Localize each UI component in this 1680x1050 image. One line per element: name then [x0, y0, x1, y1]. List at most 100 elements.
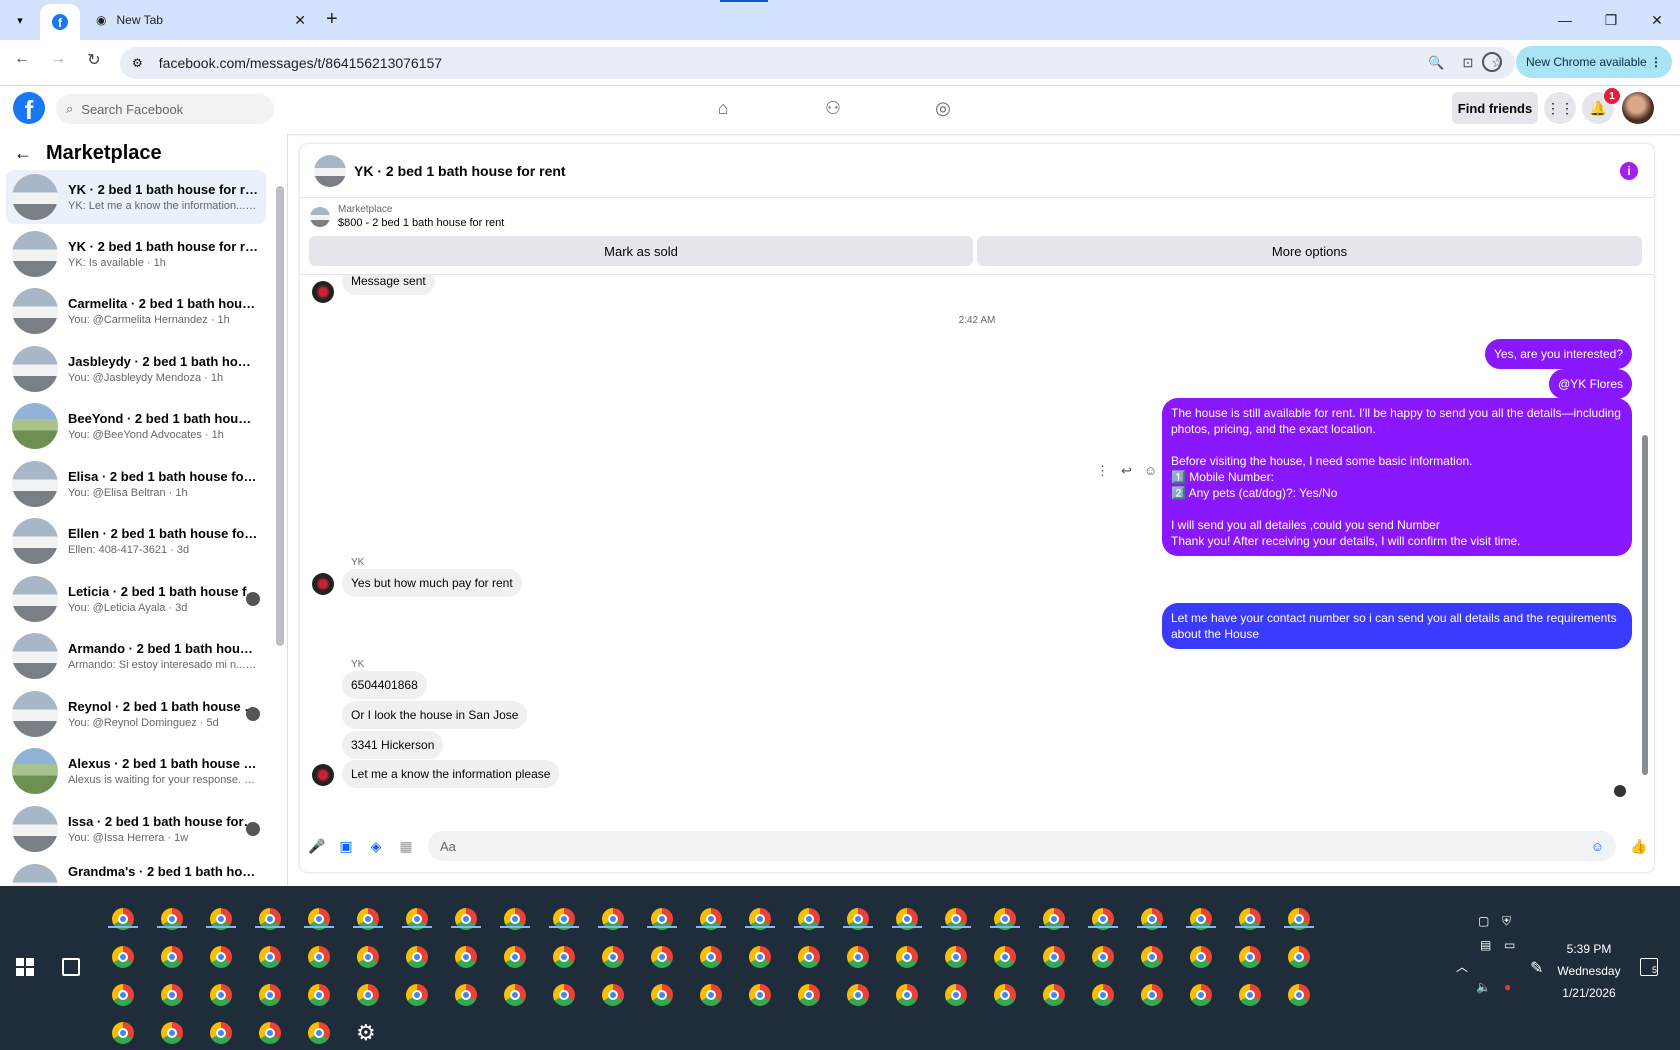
- forward-icon[interactable]: →: [46, 50, 70, 68]
- chrome-taskbar-app-icon[interactable]: [896, 984, 918, 1006]
- message-bubble-in[interactable]: Yes but how much pay for rent: [342, 569, 522, 597]
- account-avatar[interactable]: [1622, 92, 1654, 124]
- chrome-taskbar-app-icon[interactable]: [210, 1022, 232, 1044]
- chrome-taskbar-app-icon[interactable]: [1288, 984, 1310, 1006]
- message-bubble-in[interactable]: Or I look the house in San Jose: [342, 701, 528, 729]
- friends-icon[interactable]: ⚇: [820, 98, 846, 120]
- url-text[interactable]: facebook.com/messages/t/864156213076157: [159, 55, 442, 71]
- chrome-taskbar-app-icon[interactable]: [455, 946, 477, 968]
- back-icon[interactable]: ←: [10, 50, 34, 68]
- zoom-icon[interactable]: 🔍: [1428, 55, 1444, 71]
- conversation-item[interactable]: Armando · 2 bed 1 bath house f... Armando…: [6, 629, 266, 683]
- chrome-taskbar-app-icon[interactable]: [1141, 946, 1163, 968]
- chrome-taskbar-app-icon[interactable]: [308, 946, 330, 968]
- reply-icon[interactable]: ↩: [1121, 463, 1132, 479]
- chrome-taskbar-app-icon[interactable]: [749, 984, 771, 1006]
- omnibox[interactable]: ⚙ facebook.com/messages/t/86415621307615…: [120, 47, 1515, 79]
- settings-gear-icon[interactable]: ⚙: [356, 1020, 376, 1046]
- chrome-taskbar-app-icon[interactable]: [259, 984, 281, 1006]
- chrome-taskbar-app-icon[interactable]: [308, 984, 330, 1006]
- find-friends-button[interactable]: Find friends: [1452, 92, 1538, 124]
- message-bubble-in[interactable]: Let me a know the information please: [342, 760, 560, 788]
- windows-start-icon[interactable]: [16, 958, 34, 976]
- chrome-taskbar-app-icon[interactable]: [357, 946, 379, 968]
- chrome-taskbar-app-icon[interactable]: [553, 946, 575, 968]
- menu-dots-icon[interactable]: ⋮: [1650, 55, 1662, 69]
- more-options-button[interactable]: More options: [977, 236, 1642, 266]
- chrome-taskbar-app-icon[interactable]: [1092, 946, 1114, 968]
- conversation-item[interactable]: Elisa · 2 bed 1 bath house for rent You: …: [6, 457, 266, 511]
- install-app-icon[interactable]: ⊡: [1462, 55, 1473, 71]
- chrome-taskbar-app-icon[interactable]: [700, 984, 722, 1006]
- minimize-button[interactable]: —: [1542, 0, 1588, 40]
- like-thumb-icon[interactable]: 👍: [1630, 838, 1647, 855]
- chrome-taskbar-app-icon[interactable]: [504, 984, 526, 1006]
- chrome-taskbar-app-icon[interactable]: [847, 984, 869, 1006]
- emoji-icon[interactable]: ☺: [1591, 839, 1604, 854]
- gif-icon[interactable]: ▦: [398, 838, 414, 855]
- more-dots-icon[interactable]: ⋮: [1096, 463, 1109, 479]
- mark-as-sold-button[interactable]: Mark as sold: [309, 236, 973, 266]
- chrome-taskbar-app-icon[interactable]: [602, 984, 624, 1006]
- chrome-taskbar-app-icon[interactable]: [161, 984, 183, 1006]
- chrome-taskbar-app-icon[interactable]: [994, 946, 1016, 968]
- conversation-item[interactable]: Carmelita · 2 bed 1 bath house f... You: …: [6, 284, 266, 338]
- home-icon[interactable]: ⌂: [710, 98, 736, 120]
- chrome-taskbar-app-icon[interactable]: [112, 946, 134, 968]
- chrome-taskbar-app-icon[interactable]: [357, 984, 379, 1006]
- message-bubble-out[interactable]: Let me have your contact number so i can…: [1162, 603, 1632, 649]
- volume-icon[interactable]: 🔈: [1476, 980, 1491, 994]
- sidebar-scrollbar[interactable]: [276, 186, 284, 646]
- restore-button[interactable]: ❐: [1588, 0, 1634, 40]
- message-bubble-out[interactable]: @YK Flores: [1549, 369, 1632, 399]
- profile-icon[interactable]: [1482, 52, 1502, 72]
- chrome-taskbar-app-icon[interactable]: [1043, 946, 1065, 968]
- chrome-taskbar-app-icon[interactable]: [259, 1022, 281, 1044]
- conversation-item[interactable]: YK · 2 bed 1 bath house for rent YK: Let …: [6, 170, 266, 224]
- show-hidden-icons-icon[interactable]: ︿: [1456, 958, 1468, 975]
- react-smiley-icon[interactable]: ☺: [1144, 463, 1157, 479]
- message-bubble-in[interactable]: Message sent: [342, 275, 435, 295]
- microphone-icon[interactable]: 🎤: [308, 838, 325, 855]
- chrome-taskbar-app-icon[interactable]: [406, 984, 428, 1006]
- listing-preview[interactable]: Marketplace $800 - 2 bed 1 bath house fo…: [310, 204, 504, 229]
- facebook-search-input[interactable]: ⌕ Search Facebook: [56, 94, 274, 124]
- close-window-button[interactable]: ✕: [1634, 0, 1680, 40]
- chrome-taskbar-app-icon[interactable]: [259, 946, 281, 968]
- chrome-taskbar-app-icon[interactable]: [651, 984, 673, 1006]
- new-chrome-button[interactable]: New Chrome available ⋮: [1516, 46, 1672, 78]
- message-input[interactable]: Aa ☺: [428, 831, 1616, 861]
- chrome-taskbar-app-icon[interactable]: [749, 946, 771, 968]
- facebook-logo-icon[interactable]: f: [13, 92, 45, 124]
- message-bubble-out[interactable]: The house is still available for rent. I…: [1162, 398, 1632, 556]
- chrome-taskbar-app-icon[interactable]: [798, 946, 820, 968]
- chrome-taskbar-app-icon[interactable]: [210, 946, 232, 968]
- chrome-taskbar-app-icon[interactable]: [994, 984, 1016, 1006]
- chrome-taskbar-app-icon[interactable]: [112, 984, 134, 1006]
- chat-listing-thumbnail[interactable]: [314, 154, 346, 187]
- chrome-taskbar-app-icon[interactable]: [1288, 946, 1310, 968]
- chrome-taskbar-app-icon[interactable]: [161, 946, 183, 968]
- photo-icon[interactable]: ▣: [338, 838, 354, 855]
- chat-title[interactable]: YK · 2 bed 1 bath house for rent: [354, 163, 566, 179]
- chrome-taskbar-app-icon[interactable]: [798, 984, 820, 1006]
- message-bubble-in[interactable]: 3341 Hickerson: [342, 731, 444, 759]
- chrome-taskbar-app-icon[interactable]: [945, 984, 967, 1006]
- chrome-taskbar-app-icon[interactable]: [210, 984, 232, 1006]
- chrome-taskbar-app-icon[interactable]: [945, 946, 967, 968]
- chrome-taskbar-app-icon[interactable]: [308, 1022, 330, 1044]
- new-tab-button[interactable]: +: [326, 8, 338, 30]
- sticker-icon[interactable]: ◈: [368, 838, 384, 855]
- conversation-item[interactable]: Issa · 2 bed 1 bath house for r... You: @…: [6, 802, 266, 856]
- meet-now-icon[interactable]: ▢: [1478, 914, 1489, 928]
- chrome-taskbar-app-icon[interactable]: [896, 946, 918, 968]
- chrome-taskbar-app-icon[interactable]: [1239, 946, 1261, 968]
- info-icon[interactable]: i: [1620, 162, 1638, 180]
- site-info-icon[interactable]: ⚙: [132, 56, 143, 70]
- conversation-item[interactable]: Leticia · 2 bed 1 bath house f... You: @L…: [6, 572, 266, 626]
- groups-icon[interactable]: ◎: [930, 98, 956, 120]
- tab-search-button[interactable]: ▾: [8, 8, 32, 32]
- conversation-item[interactable]: Ellen · 2 bed 1 bath house for rent Ellen…: [6, 514, 266, 568]
- task-view-icon[interactable]: [62, 958, 80, 976]
- thread-scrollbar[interactable]: [1642, 435, 1648, 775]
